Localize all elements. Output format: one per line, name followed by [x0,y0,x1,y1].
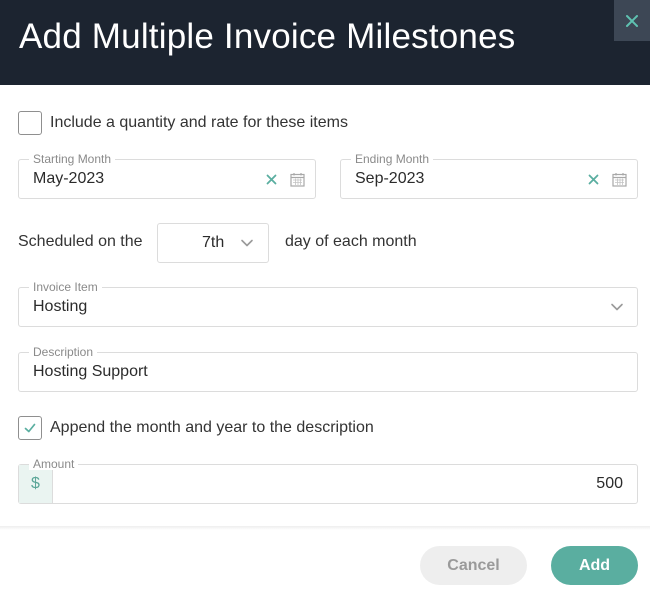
close-icon [625,14,639,28]
day-of-month-select[interactable]: 7th [157,223,269,263]
ending-month-clear-icon[interactable] [585,171,601,187]
amount-field[interactable]: $ Amount 500 [18,458,638,504]
invoice-item-label: Invoice Item [29,281,102,293]
amount-value: 500 [596,475,623,492]
starting-month-label: Starting Month [29,153,116,165]
cancel-button[interactable]: Cancel [420,546,527,585]
starting-month-clear-icon[interactable] [263,171,279,187]
close-button[interactable] [614,0,650,41]
footer-divider [0,526,650,530]
amount-label: Amount [29,458,79,470]
dollar-icon: $ [31,475,40,492]
append-month-year-checkbox[interactable] [18,416,42,440]
checkmark-icon [23,421,37,435]
schedule-suffix: day of each month [285,233,417,250]
description-value: Hosting Support [33,363,148,380]
invoice-item-select[interactable]: Invoice Item Hosting [18,281,638,327]
dialog-header: Add Multiple Invoice Milestones [0,0,650,85]
starting-month-calendar-icon[interactable] [289,171,305,187]
schedule-prefix: Scheduled on the [18,233,143,250]
invoice-item-value: Hosting [33,298,88,315]
description-field[interactable]: Description Hosting Support [18,346,638,392]
starting-month-field[interactable]: Starting Month May-2023 [18,153,316,199]
include-quantity-checkbox[interactable] [18,111,42,135]
ending-month-field[interactable]: Ending Month Sep-2023 [340,153,638,199]
day-of-month-value: 7th [202,234,225,251]
ending-month-calendar-icon[interactable] [611,171,627,187]
description-label: Description [29,346,98,358]
ending-month-value: Sep-2023 [355,170,425,187]
chevron-down-icon [610,300,624,314]
include-quantity-label: Include a quantity and rate for these it… [50,114,348,131]
include-quantity-row[interactable]: Include a quantity and rate for these it… [18,111,348,135]
dialog-title: Add Multiple Invoice Milestones [19,17,516,56]
chevron-down-icon [240,236,254,250]
append-month-year-row[interactable]: Append the month and year to the descrip… [18,416,374,440]
ending-month-label: Ending Month [351,153,434,165]
append-month-year-label: Append the month and year to the descrip… [50,419,374,436]
starting-month-value: May-2023 [33,170,105,187]
add-button[interactable]: Add [551,546,638,585]
